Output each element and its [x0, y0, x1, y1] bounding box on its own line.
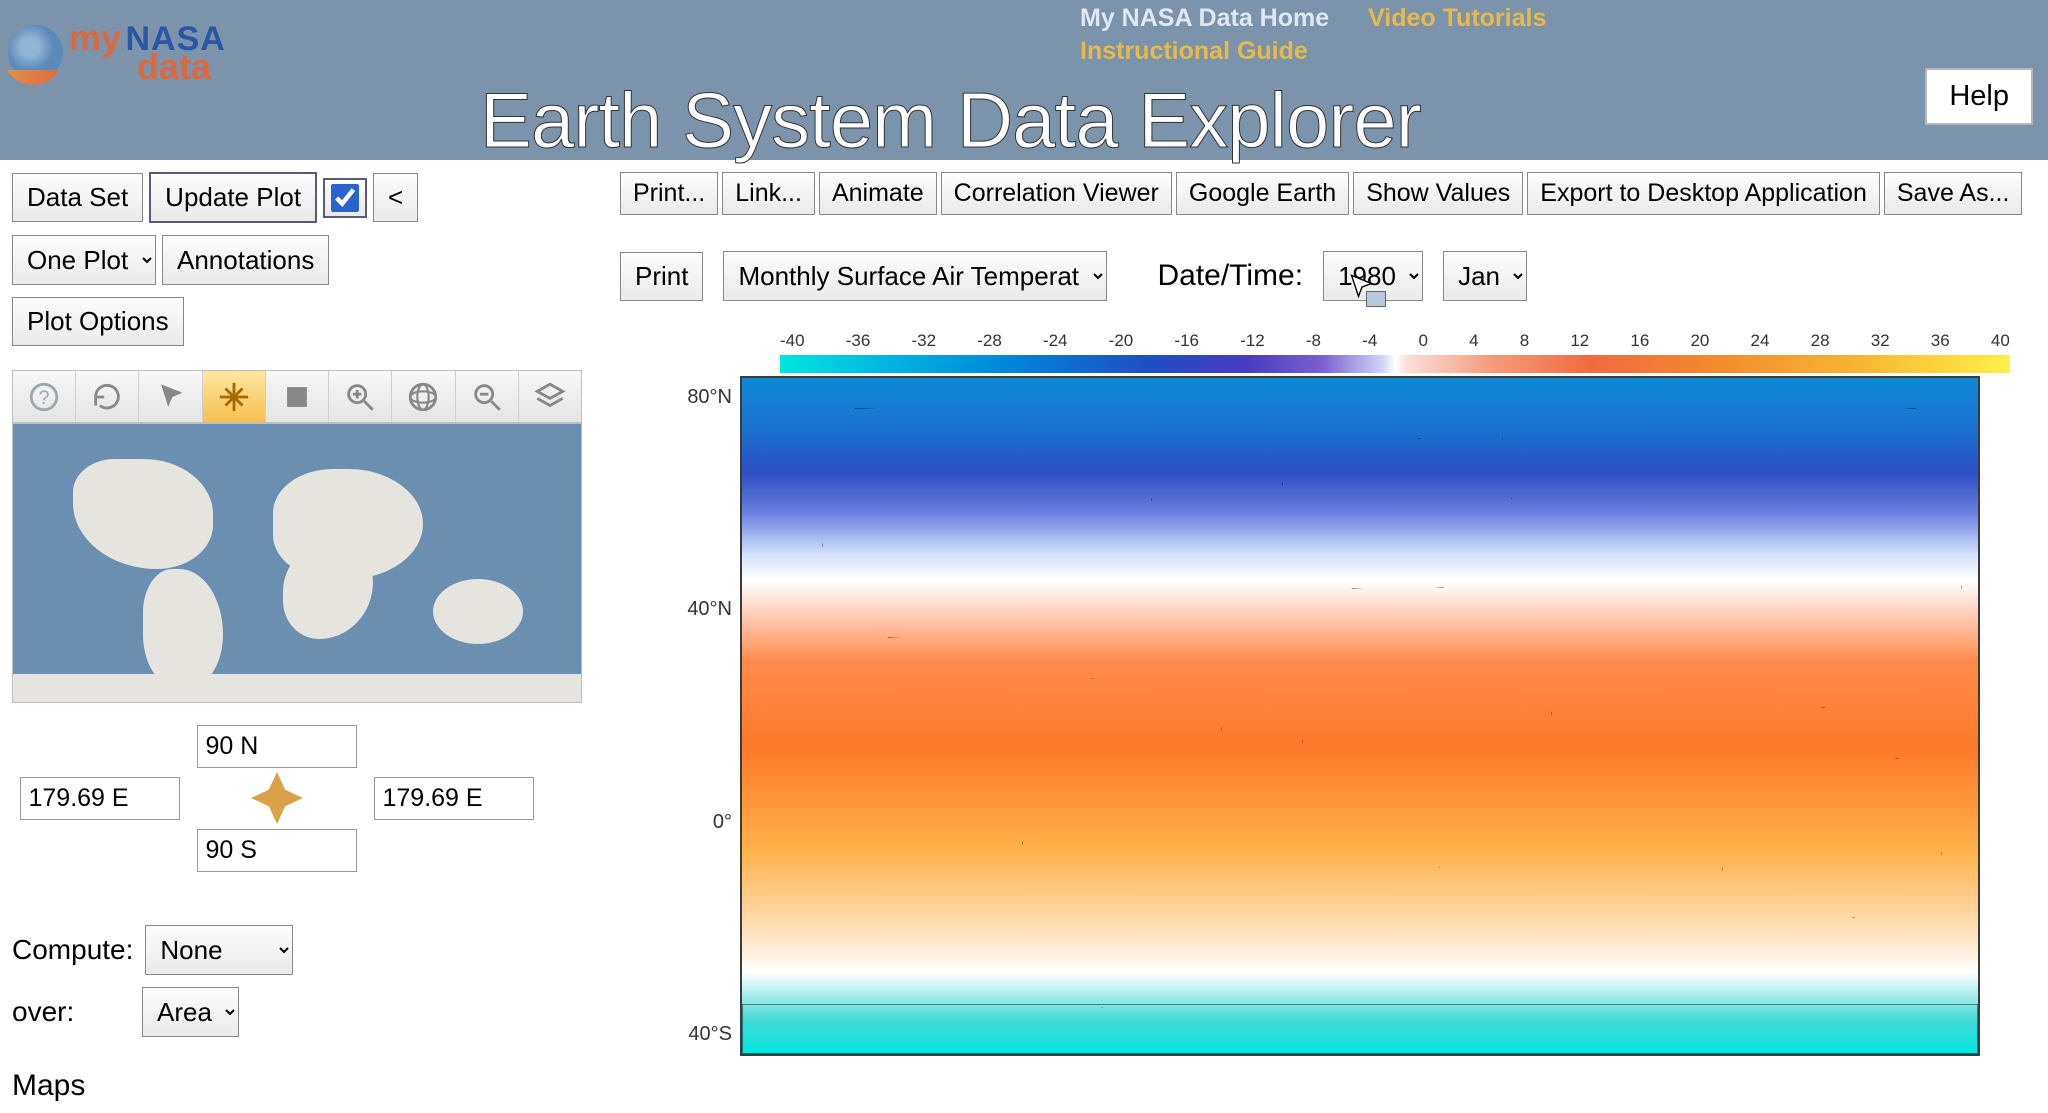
- year-select[interactable]: 1980: [1323, 251, 1423, 301]
- continent-outline: [1282, 438, 1512, 588]
- world-heatmap[interactable]: [740, 376, 1980, 1056]
- logo-my: my: [69, 17, 121, 58]
- coords-panel: [12, 721, 542, 875]
- compute-label: Compute:: [12, 934, 133, 966]
- continent-outline: [1722, 758, 1942, 918]
- colorbar-labels: -40 -36 -32 -28 -24 -20 -16 -12 -8 -4 0 …: [780, 331, 2010, 351]
- app-header: my NASA data My NASA Data Home Video Tut…: [0, 0, 2048, 160]
- lat-axis: 80°N 40°N 0° 40°S: [660, 376, 740, 1056]
- plot-controls: Print Monthly Surface Air Temperature Da…: [620, 251, 2028, 301]
- compute-select[interactable]: None: [145, 925, 293, 975]
- auto-update-checkbox[interactable]: [331, 184, 359, 212]
- action-bar: Print... Link... Animate Correlation Vie…: [620, 172, 2028, 215]
- north-input[interactable]: [197, 725, 357, 768]
- sidebar: Data Set Update Plot < One Plot Annotati…: [0, 160, 600, 1113]
- map-toolbar: ?: [12, 370, 582, 423]
- plot-count-select[interactable]: One Plot: [12, 235, 156, 285]
- maps-heading: Maps: [12, 1069, 590, 1103]
- south-input[interactable]: [197, 829, 357, 872]
- colorbar-gradient: [780, 355, 2010, 373]
- link-button[interactable]: Link...: [722, 172, 815, 215]
- logo-icon: [8, 25, 63, 80]
- info-icon[interactable]: ?: [13, 371, 76, 422]
- zoom-in-icon[interactable]: [329, 371, 392, 422]
- app-title: Earth System Data Explorer: [480, 75, 1421, 166]
- globe-icon[interactable]: [392, 371, 455, 422]
- pointer-icon[interactable]: [139, 371, 202, 422]
- compass-icon: [252, 773, 302, 823]
- plot-options-button[interactable]: Plot Options: [12, 297, 184, 346]
- print-button[interactable]: Print: [620, 252, 703, 301]
- print-action-button[interactable]: Print...: [620, 172, 718, 215]
- continent-outline: [742, 1004, 1978, 1054]
- logo: my NASA data: [8, 22, 226, 83]
- show-values-button[interactable]: Show Values: [1353, 172, 1523, 215]
- collapse-button[interactable]: <: [373, 173, 418, 222]
- export-desktop-button[interactable]: Export to Desktop Application: [1527, 172, 1880, 215]
- help-button[interactable]: Help: [1925, 68, 2033, 125]
- over-select[interactable]: Area: [142, 987, 239, 1037]
- dataset-select[interactable]: Monthly Surface Air Temperature: [723, 251, 1107, 301]
- refresh-icon[interactable]: [76, 371, 139, 422]
- zoom-out-icon[interactable]: [456, 371, 519, 422]
- continent-outline: [1302, 588, 1552, 868]
- select-icon[interactable]: [266, 371, 329, 422]
- auto-update-checkbox-wrap[interactable]: [323, 178, 367, 218]
- save-as-button[interactable]: Save As...: [1884, 172, 2023, 215]
- main-panel: Print... Link... Animate Correlation Vie…: [600, 160, 2048, 1113]
- nav-links: My NASA Data Home Video Tutorials Instru…: [1080, 2, 1546, 67]
- minimap[interactable]: [12, 423, 582, 703]
- west-input[interactable]: [20, 777, 180, 820]
- pan-icon[interactable]: [203, 371, 266, 422]
- google-earth-button[interactable]: Google Earth: [1176, 172, 1349, 215]
- east-input[interactable]: [374, 777, 534, 820]
- nav-video-link[interactable]: Video Tutorials: [1368, 4, 1546, 32]
- annotations-button[interactable]: Annotations: [162, 235, 329, 285]
- continent-outline: [822, 408, 1152, 638]
- update-plot-button[interactable]: Update Plot: [149, 172, 317, 223]
- correlation-viewer-button[interactable]: Correlation Viewer: [941, 172, 1172, 215]
- data-set-button[interactable]: Data Set: [12, 173, 143, 222]
- colorbar: -40 -36 -32 -28 -24 -20 -16 -12 -8 -4 0 …: [780, 331, 2010, 376]
- nav-home-link[interactable]: My NASA Data Home: [1080, 4, 1329, 32]
- layers-icon[interactable]: [519, 371, 581, 422]
- svg-text:?: ?: [39, 387, 50, 409]
- datetime-label: Date/Time:: [1157, 259, 1303, 293]
- month-select[interactable]: Jan: [1443, 251, 1527, 301]
- continent-outline: [1022, 678, 1222, 1008]
- continent-outline: [1502, 408, 1962, 708]
- animate-button[interactable]: Animate: [819, 172, 937, 215]
- over-label: over:: [12, 996, 130, 1028]
- nav-instructional-link[interactable]: Instructional Guide: [1080, 35, 1546, 68]
- plot-area: -40 -36 -32 -28 -24 -20 -16 -12 -8 -4 0 …: [660, 331, 2028, 1056]
